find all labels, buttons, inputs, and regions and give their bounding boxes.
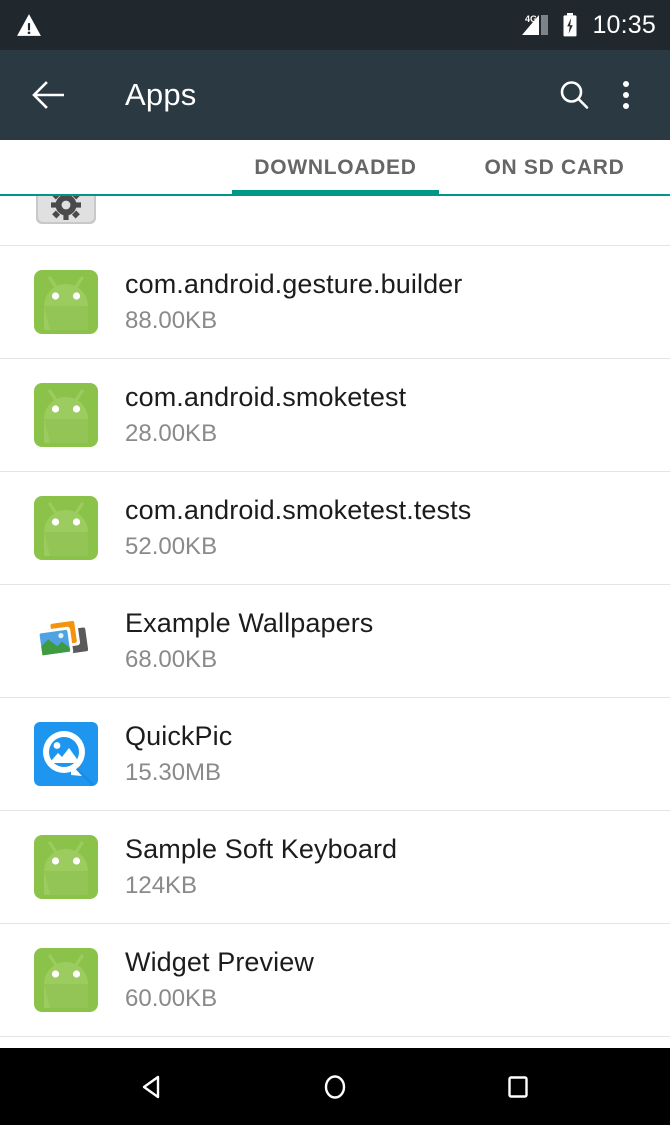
list-item[interactable]: Example Wallpapers 68.00KB	[0, 585, 670, 698]
app-size: 28.00KB	[125, 420, 218, 447]
app-icon	[30, 375, 110, 455]
overflow-menu-icon	[623, 81, 629, 109]
nav-home-button[interactable]	[295, 1057, 375, 1117]
back-button[interactable]	[26, 71, 74, 119]
app-name: com.android.gesture.builder	[125, 269, 463, 299]
app-icon	[30, 488, 110, 568]
app-size: 124KB	[125, 872, 198, 899]
list-item[interactable]: QuickPic 15.30MB	[0, 698, 670, 811]
status-bar-clock: 10:35	[592, 10, 656, 39]
list-item[interactable]: Sample Soft Keyboard 124KB	[0, 811, 670, 924]
tab-on-sd-card-label: ON SD CARD	[484, 156, 625, 179]
android-robot-icon	[34, 835, 98, 899]
app-size: 88.00KB	[125, 307, 218, 334]
list-item[interactable]: com.android.smoketest 28.00KB	[0, 359, 670, 472]
app-name: com.android.smoketest	[125, 382, 407, 412]
app-icon	[30, 196, 110, 244]
status-bar: 4G 10:35	[0, 0, 670, 50]
app-list[interactable]: 9.11MB com.android.gesture.builder 88.00	[0, 196, 670, 1048]
list-item[interactable]: Widget Preview 60.00KB	[0, 924, 670, 1037]
app-name: Example Wallpapers	[125, 608, 374, 638]
nav-back-triangle-icon	[142, 1075, 159, 1098]
app-icon	[30, 827, 110, 907]
app-info: Widget Preview 60.00KB	[125, 944, 314, 1016]
overflow-menu-button[interactable]	[600, 69, 652, 121]
app-size: 9.11MB	[125, 196, 206, 202]
app-info: Sample Soft Keyboard 124KB	[125, 831, 397, 903]
warning-triangle-icon	[17, 14, 41, 36]
app-info: com.android.gesture.builder 88.00KB	[125, 266, 462, 338]
navigation-bar	[0, 1048, 670, 1125]
quickpic-icon	[34, 722, 98, 786]
search-button[interactable]	[548, 69, 600, 121]
arrow-back-icon	[32, 81, 64, 109]
android-robot-icon	[34, 270, 98, 334]
signal-bars-icon: 4G	[518, 12, 552, 38]
app-name: com.android.smoketest.tests	[125, 495, 472, 525]
wallpapers-icon	[36, 617, 92, 659]
nav-home-circle-icon	[324, 1074, 346, 1099]
app-info: com.android.smoketest.tests 52.00KB	[125, 492, 471, 564]
nav-recents-square-icon	[508, 1075, 529, 1098]
app-name: Sample Soft Keyboard	[125, 834, 398, 864]
app-info: 9.11MB	[125, 196, 206, 202]
tab-strip: DOWNLOADED ON SD CARD	[0, 140, 670, 196]
battery-charging-icon	[563, 13, 577, 37]
app-name: Widget Preview	[125, 947, 314, 977]
app-size: 60.00KB	[125, 985, 218, 1012]
nav-recents-button[interactable]	[478, 1057, 558, 1117]
android-robot-icon	[34, 496, 98, 560]
page-title: Apps	[125, 77, 197, 112]
tab-downloaded-label: DOWNLOADED	[254, 156, 417, 179]
app-name: QuickPic	[125, 721, 233, 751]
list-item[interactable]: com.android.smoketest.tests 52.00KB	[0, 472, 670, 585]
app-size: 15.30MB	[125, 759, 222, 786]
android-robot-icon	[34, 948, 98, 1012]
status-bar-left	[16, 13, 518, 37]
search-icon	[560, 81, 589, 109]
tab-on-sd-card[interactable]: ON SD CARD	[439, 140, 670, 196]
app-icon	[30, 262, 110, 342]
tab-bar: DOWNLOADED ON SD CARD	[0, 140, 670, 196]
android-robot-icon	[34, 383, 98, 447]
nav-back-button[interactable]	[112, 1057, 192, 1117]
list-item[interactable]: com.android.gesture.builder 88.00KB	[0, 246, 670, 359]
app-size: 68.00KB	[125, 646, 218, 673]
list-item[interactable]: 9.11MB	[0, 196, 670, 246]
app-info: com.android.smoketest 28.00KB	[125, 379, 406, 451]
app-icon	[30, 601, 110, 681]
app-icon	[30, 714, 110, 794]
app-info: QuickPic 15.30MB	[125, 718, 232, 790]
action-bar: Apps	[0, 50, 670, 140]
app-size: 52.00KB	[125, 533, 218, 560]
app-info: Example Wallpapers 68.00KB	[125, 605, 373, 677]
status-bar-right: 4G 10:35	[518, 11, 656, 40]
tab-downloaded[interactable]: DOWNLOADED	[232, 140, 439, 196]
gear-app-icon	[36, 196, 96, 224]
app-icon	[30, 940, 110, 1020]
